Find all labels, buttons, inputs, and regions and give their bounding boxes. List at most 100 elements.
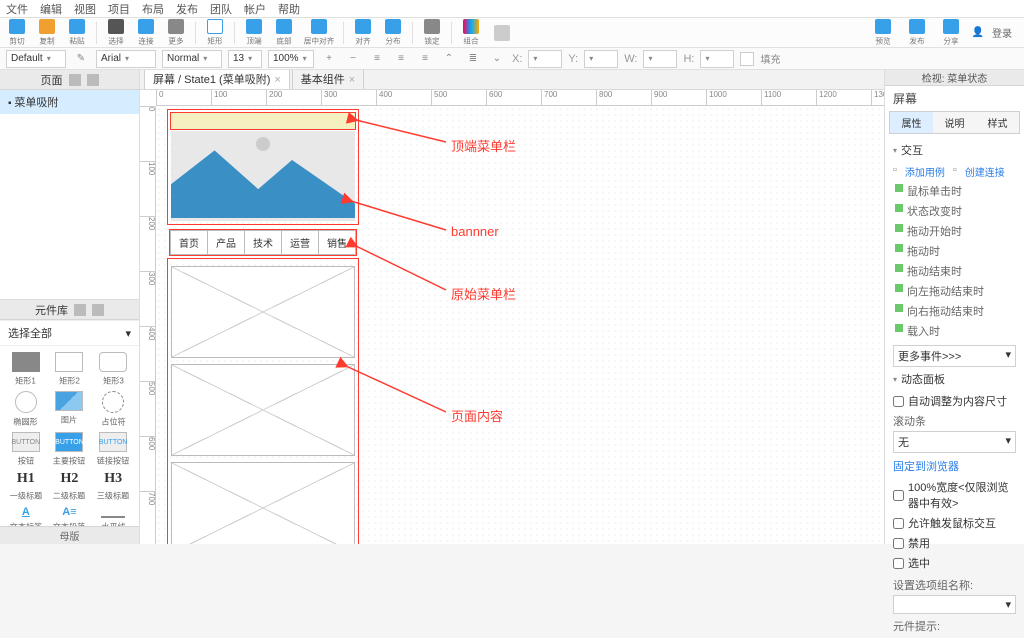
- wf-banner[interactable]: [171, 131, 355, 221]
- widget-rect2[interactable]: 矩形2: [50, 352, 90, 387]
- font-select[interactable]: Arial: [96, 50, 156, 68]
- fill-swatch[interactable]: [740, 52, 754, 66]
- section-interaction[interactable]: 交互: [893, 142, 1016, 158]
- close-icon[interactable]: ×: [349, 74, 355, 86]
- menu-team[interactable]: 团队: [210, 1, 232, 17]
- artboard[interactable]: 首页 产品 技术 运营 销售: [168, 110, 358, 544]
- widget-rect1[interactable]: 矩形1: [6, 352, 46, 387]
- tab-main[interactable]: 屏幕 / State1 (菜单吸附)×: [144, 70, 290, 89]
- wf-block-1[interactable]: [171, 266, 355, 358]
- fix-browser-link[interactable]: 固定到浏览器: [893, 455, 1016, 477]
- widget-image[interactable]: 图片: [50, 391, 90, 428]
- event-swipeleft[interactable]: 向左拖动结束时: [893, 281, 1016, 301]
- lib-search-icon[interactable]: [74, 304, 86, 316]
- nav-tech[interactable]: 技术: [244, 230, 281, 255]
- widget-primary-button[interactable]: BUTTON主要按钮: [50, 432, 90, 467]
- chk-disable[interactable]: 禁用: [893, 533, 1016, 553]
- search-icon[interactable]: [69, 74, 81, 86]
- chk-selected[interactable]: 选中: [893, 553, 1016, 573]
- menu-layout[interactable]: 布局: [142, 1, 164, 17]
- zoom-select[interactable]: 100%: [268, 50, 314, 68]
- style-select[interactable]: Default: [6, 50, 66, 68]
- select-all[interactable]: 选择全部 ▾: [0, 320, 139, 346]
- widget-h1[interactable]: H1一级标题: [6, 471, 46, 502]
- widget-label[interactable]: A̲文本标签: [6, 506, 46, 526]
- event-click[interactable]: 鼠标单击时: [893, 181, 1016, 201]
- tool-cut[interactable]: 剪切: [4, 19, 30, 47]
- tab-basic[interactable]: 基本组件×: [292, 70, 364, 89]
- section-dynpanel[interactable]: 动态面板: [893, 371, 1016, 387]
- nav-home[interactable]: 首页: [170, 230, 207, 255]
- align-left-icon[interactable]: ≡: [368, 50, 386, 68]
- tool-connect[interactable]: 连接: [133, 19, 159, 47]
- lib-menu-icon[interactable]: [92, 304, 104, 316]
- widget-button[interactable]: BUTTON按钮: [6, 432, 46, 467]
- wf-block-3[interactable]: [171, 462, 355, 544]
- menu-project[interactable]: 项目: [108, 1, 130, 17]
- tab-style[interactable]: 样式: [976, 112, 1019, 133]
- align-center-icon[interactable]: ≡: [392, 50, 410, 68]
- login-link[interactable]: 登录: [992, 25, 1012, 40]
- widget-h2[interactable]: H2二级标题: [50, 471, 90, 502]
- widget-rect3[interactable]: 矩形3: [93, 352, 133, 387]
- event-dragstart[interactable]: 拖动开始时: [893, 221, 1016, 241]
- pos-y[interactable]: [584, 50, 618, 68]
- tab-properties[interactable]: 属性: [890, 112, 933, 133]
- menu-help[interactable]: 帮助: [278, 1, 300, 17]
- tool-select[interactable]: 选择: [103, 19, 129, 47]
- tab-notes[interactable]: 说明: [933, 112, 976, 133]
- menu-file[interactable]: 文件: [6, 1, 28, 17]
- size-w[interactable]: [643, 50, 677, 68]
- wf-navbar[interactable]: 首页 产品 技术 运营 销售: [170, 230, 356, 255]
- widget-hr[interactable]: 水平线: [93, 506, 133, 526]
- tool-center[interactable]: 居中对齐: [301, 19, 337, 47]
- page-item[interactable]: ▪ 菜单吸附: [0, 90, 139, 114]
- tool-lock[interactable]: 锁定: [419, 19, 445, 47]
- wf-block-2[interactable]: [171, 364, 355, 456]
- event-swiperight[interactable]: 向右拖动结束时: [893, 301, 1016, 321]
- zoom-out-icon[interactable]: −: [344, 50, 362, 68]
- chk-fullwidth[interactable]: 100%宽度<仅限浏览器中有效>: [893, 477, 1016, 513]
- publish-button[interactable]: 发布: [904, 19, 930, 47]
- size-select[interactable]: 13: [228, 50, 262, 68]
- preview-button[interactable]: 预览: [870, 19, 896, 47]
- menu-view[interactable]: 视图: [74, 1, 96, 17]
- tool-distribute[interactable]: 分布: [380, 19, 406, 47]
- chk-autofit[interactable]: 自动调整为内容尺寸: [893, 391, 1016, 411]
- event-dragend[interactable]: 拖动结束时: [893, 261, 1016, 281]
- masters-header[interactable]: 母版: [0, 526, 139, 544]
- size-h[interactable]: [700, 50, 734, 68]
- scroll-select[interactable]: 无▾: [893, 431, 1016, 453]
- widget-placeholder[interactable]: 占位符: [93, 391, 133, 428]
- tool-paste[interactable]: 粘贴: [64, 19, 90, 47]
- weight-select[interactable]: Normal: [162, 50, 222, 68]
- nav-sales[interactable]: 销售: [318, 230, 356, 255]
- tool-more[interactable]: 更多: [163, 19, 189, 47]
- add-page-icon[interactable]: [87, 74, 99, 86]
- style-edit-icon[interactable]: ✎: [72, 50, 90, 68]
- menu-edit[interactable]: 编辑: [40, 1, 62, 17]
- group-name-input[interactable]: ▾: [893, 595, 1016, 614]
- valign-top-icon[interactable]: ⌃: [440, 50, 458, 68]
- widget-paragraph[interactable]: A≡文本段落: [50, 506, 90, 526]
- valign-mid-icon[interactable]: ≣: [464, 50, 482, 68]
- event-state[interactable]: 状态改变时: [893, 201, 1016, 221]
- event-drag[interactable]: 拖动时: [893, 241, 1016, 261]
- event-load[interactable]: 载入时: [893, 321, 1016, 341]
- tool-group[interactable]: 组合: [458, 19, 484, 47]
- menu-publish[interactable]: 发布: [176, 1, 198, 17]
- tool-bottom[interactable]: 底部: [271, 19, 297, 47]
- zoom-in-icon[interactable]: +: [320, 50, 338, 68]
- tool-shape[interactable]: 矩形: [202, 19, 228, 47]
- canvas[interactable]: 首页 产品 技术 运营 销售 顶端菜单栏 bannner 原始菜单栏: [156, 106, 884, 544]
- tool-align[interactable]: 对齐: [350, 19, 376, 47]
- nav-product[interactable]: 产品: [207, 230, 244, 255]
- chk-trigger[interactable]: 允许触发鼠标交互: [893, 513, 1016, 533]
- close-icon[interactable]: ×: [274, 74, 280, 86]
- new-link[interactable]: 创建连接: [965, 164, 1005, 179]
- tool-top[interactable]: 顶端: [241, 19, 267, 47]
- valign-bot-icon[interactable]: ⌄: [488, 50, 506, 68]
- add-case-link[interactable]: 添加用例: [905, 164, 945, 179]
- tool-ungroup[interactable]: [488, 19, 516, 47]
- nav-ops[interactable]: 运营: [281, 230, 318, 255]
